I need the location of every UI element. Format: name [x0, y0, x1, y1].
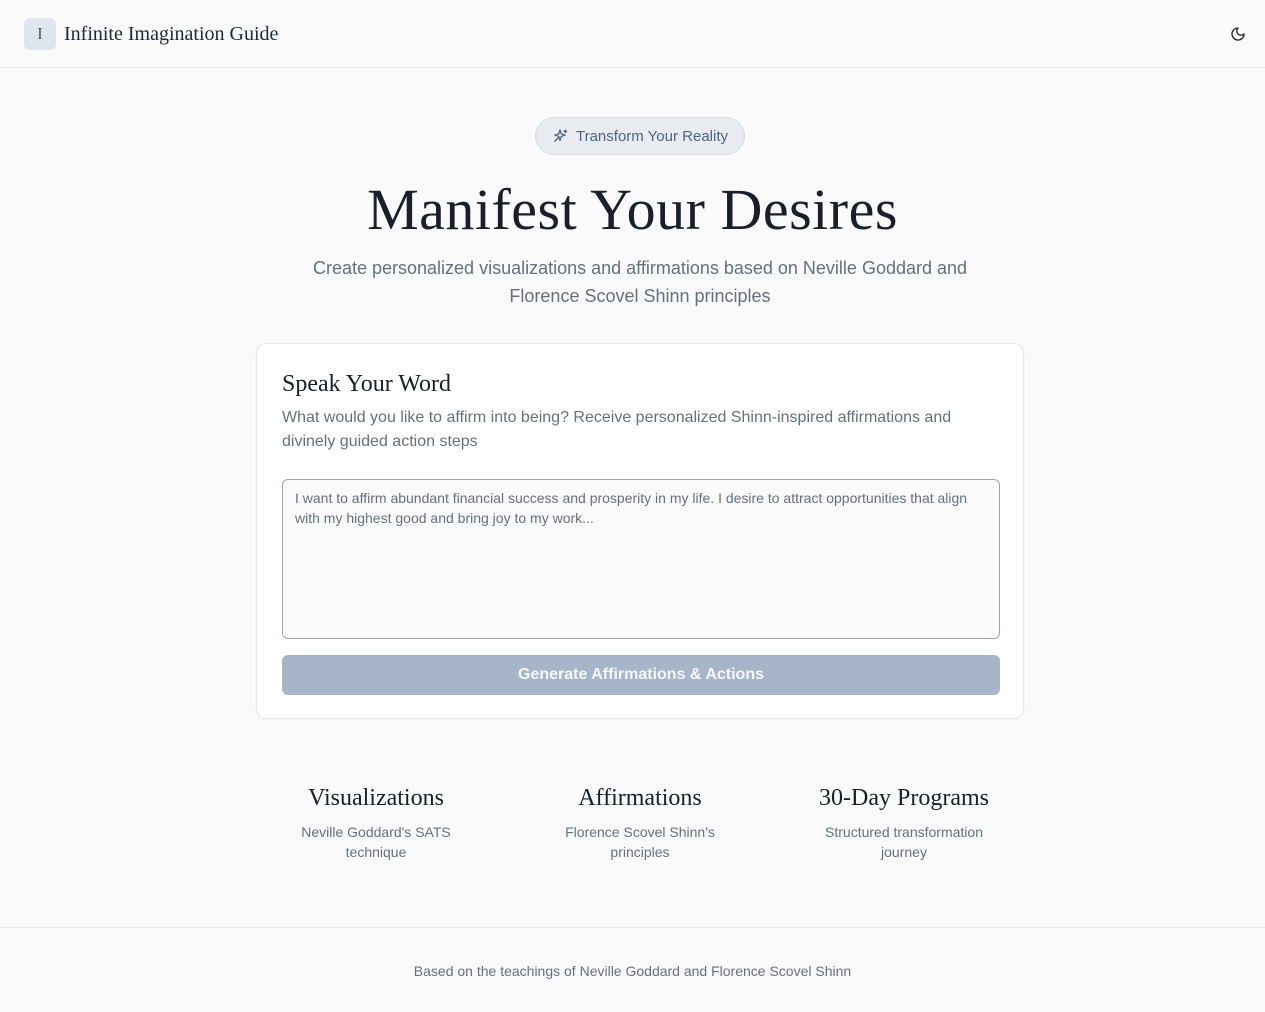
card-description: What would you like to affirm into being… [282, 409, 952, 450]
feature-description: Neville Goddard's SATS technique [301, 824, 451, 860]
sparkles-icon [553, 129, 568, 142]
app-header: I Infinite Imagination Guide [0, 0, 1265, 68]
hero-badge: Transform Your Reality [535, 117, 745, 155]
feature-affirmations: Affirmations Florence Scovel Shinn's pri… [520, 782, 760, 862]
desire-input[interactable] [282, 479, 1000, 639]
feature-visualizations: Visualizations Neville Goddard's SATS te… [256, 782, 496, 862]
affirmation-card: Speak Your Word What would you like to a… [256, 343, 1024, 719]
card-title: Speak Your Word [282, 371, 451, 397]
page-subtitle: Create personalized visualizations and a… [312, 258, 968, 306]
app-title[interactable]: Infinite Imagination Guide [64, 20, 278, 48]
theme-toggle-button[interactable] [1222, 18, 1254, 50]
footer-text: Based on the teachings of Neville Goddar… [413, 963, 852, 979]
page-title: Manifest Your Desires [367, 177, 898, 242]
generate-button[interactable]: Generate Affirmations & Actions [282, 655, 1000, 695]
feature-description: Florence Scovel Shinn's principles [565, 824, 715, 860]
page-footer: Based on the teachings of Neville Goddar… [0, 927, 1265, 1012]
feature-30-day-programs: 30-Day Programs Structured transformatio… [784, 782, 1024, 862]
feature-title: Affirmations [578, 785, 702, 811]
logo-badge[interactable]: I [24, 18, 56, 50]
feature-title: 30-Day Programs [819, 785, 989, 811]
feature-title: Visualizations [308, 785, 444, 811]
hero-badge-label: Transform Your Reality [575, 127, 728, 145]
moon-icon [1231, 27, 1245, 41]
feature-description: Structured transformation journey [825, 824, 983, 860]
